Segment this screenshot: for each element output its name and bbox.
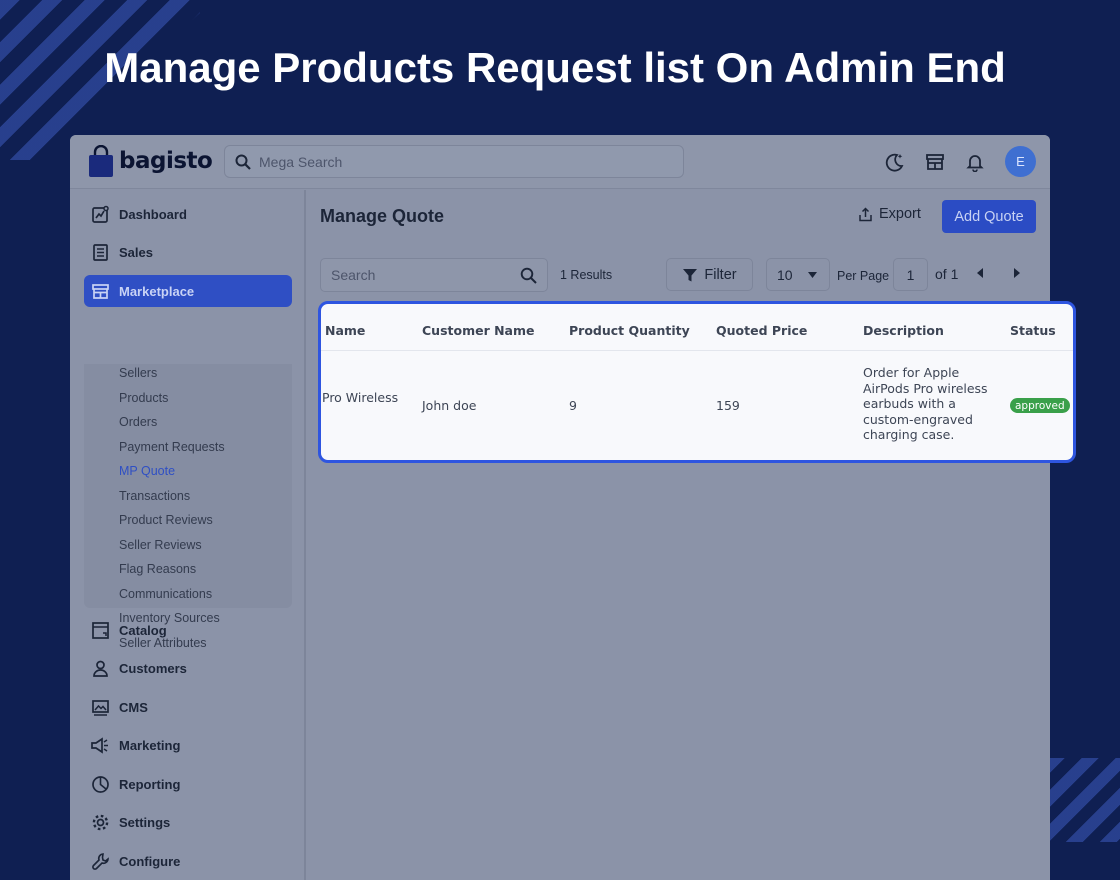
submenu-item-products[interactable]: Products bbox=[119, 391, 168, 405]
column-header-quoted-price[interactable]: Quoted Price bbox=[716, 323, 807, 338]
sidebar-item-marketplace[interactable]: Marketplace bbox=[84, 275, 292, 307]
export-button[interactable]: Export bbox=[858, 206, 921, 222]
mega-search-input[interactable]: Mega Search bbox=[224, 145, 684, 178]
filter-button[interactable]: Filter bbox=[666, 258, 753, 291]
user-avatar[interactable]: E bbox=[1005, 146, 1036, 177]
submenu-item-transactions[interactable]: Transactions bbox=[119, 489, 190, 503]
search-input[interactable]: Search bbox=[320, 258, 548, 292]
mega-search-placeholder: Mega Search bbox=[259, 153, 343, 170]
caret-down-icon bbox=[808, 271, 817, 278]
top-bar: bagisto Mega Search E bbox=[70, 135, 1050, 189]
results-count: 1 Results bbox=[560, 268, 613, 282]
dark-mode-icon[interactable] bbox=[883, 151, 905, 173]
submenu-item-communications[interactable]: Communications bbox=[119, 587, 212, 601]
sidebar-item-sales[interactable]: Sales bbox=[84, 236, 292, 268]
filter-label: Filter bbox=[704, 266, 737, 283]
page-number-input[interactable]: 1 bbox=[893, 258, 928, 291]
page-title: Manage Quote bbox=[320, 206, 445, 226]
decorative-stripes-bottom-right bbox=[1048, 758, 1120, 842]
submenu-item-mp-quote[interactable]: MP Quote bbox=[119, 464, 175, 478]
sidebar-item-label: Sales bbox=[119, 244, 153, 260]
submenu-item-payment-requests[interactable]: Payment Requests bbox=[119, 440, 225, 454]
storefront-icon[interactable] bbox=[925, 152, 945, 172]
per-page-select[interactable]: 10 bbox=[766, 258, 830, 291]
quote-table: Name Customer Name Product Quantity Quot… bbox=[318, 301, 1076, 463]
customers-icon bbox=[90, 658, 110, 678]
sidebar-item-customers[interactable]: Customers bbox=[84, 652, 292, 684]
table-header-divider bbox=[321, 350, 1073, 351]
per-page-value: 10 bbox=[777, 266, 793, 283]
catalog-icon bbox=[90, 620, 110, 640]
marketing-icon bbox=[90, 735, 110, 755]
sidebar: Dashboard Sales Marketplace Sellers Prod… bbox=[70, 190, 306, 880]
sidebar-item-label: Marketplace bbox=[119, 283, 195, 299]
page-headline: Manage Products Request list On Admin En… bbox=[104, 44, 1006, 91]
submenu-item-product-reviews[interactable]: Product Reviews bbox=[119, 513, 213, 527]
brand-name: bagisto bbox=[119, 148, 213, 174]
export-icon bbox=[859, 206, 872, 221]
reporting-icon bbox=[90, 774, 110, 794]
filter-icon bbox=[683, 268, 698, 281]
dashboard-icon bbox=[90, 204, 110, 224]
marketplace-submenu: Sellers Products Orders Payment Requests… bbox=[84, 364, 292, 650]
marketplace-icon bbox=[90, 281, 110, 301]
column-header-description[interactable]: Description bbox=[863, 323, 944, 338]
top-bar-actions: E bbox=[883, 146, 1036, 177]
sidebar-item-label: Settings bbox=[119, 814, 171, 830]
column-header-status[interactable]: Status bbox=[1010, 323, 1056, 338]
export-label: Export bbox=[879, 206, 921, 222]
submenu-item-sellers[interactable]: Sellers bbox=[119, 366, 157, 380]
sidebar-item-reporting[interactable]: Reporting bbox=[84, 768, 292, 800]
prev-page-icon[interactable] bbox=[976, 268, 984, 278]
sidebar-item-settings[interactable]: Settings bbox=[84, 806, 292, 838]
cell-customer-name: John doe bbox=[422, 398, 477, 413]
wrench-icon bbox=[90, 851, 110, 871]
sidebar-item-label: Configure bbox=[119, 853, 181, 869]
search-icon bbox=[520, 267, 537, 284]
sidebar-item-marketing[interactable]: Marketing bbox=[84, 729, 292, 761]
sidebar-item-configure[interactable]: Configure bbox=[84, 845, 292, 877]
page-total-label: of 1 bbox=[935, 266, 959, 282]
admin-app-window: bagisto Mega Search E Dashboard Sales Ma… bbox=[70, 135, 1050, 880]
sidebar-item-cms[interactable]: CMS bbox=[84, 691, 292, 723]
status-badge: approved bbox=[1010, 398, 1070, 413]
per-page-label: Per Page bbox=[837, 269, 890, 283]
bell-icon[interactable] bbox=[965, 152, 985, 172]
shopping-bag-icon bbox=[88, 144, 114, 177]
cell-product-quantity: 9 bbox=[569, 398, 577, 413]
cell-name: Pro Wireless bbox=[322, 390, 399, 405]
settings-icon bbox=[90, 812, 110, 832]
cell-quoted-price: 159 bbox=[716, 398, 740, 413]
sidebar-item-label: Reporting bbox=[119, 776, 181, 792]
main-content: Manage Quote Export Add Quote Search 1 R… bbox=[308, 190, 1050, 880]
sidebar-item-catalog[interactable]: Catalog bbox=[84, 614, 292, 646]
next-page-icon[interactable] bbox=[1013, 268, 1021, 278]
sidebar-item-label: Customers bbox=[119, 660, 187, 676]
sidebar-item-label: Catalog bbox=[119, 622, 167, 638]
sidebar-item-label: Dashboard bbox=[119, 206, 187, 222]
submenu-item-flag-reasons[interactable]: Flag Reasons bbox=[119, 562, 196, 576]
cms-icon bbox=[90, 697, 110, 717]
add-quote-button[interactable]: Add Quote bbox=[942, 200, 1036, 233]
search-placeholder: Search bbox=[331, 267, 376, 283]
sidebar-item-label: CMS bbox=[119, 699, 148, 715]
submenu-item-seller-reviews[interactable]: Seller Reviews bbox=[119, 538, 202, 552]
brand-logo[interactable]: bagisto bbox=[88, 144, 213, 177]
sidebar-item-label: Marketing bbox=[119, 737, 181, 753]
column-header-product-quantity[interactable]: Product Quantity bbox=[569, 323, 690, 338]
sales-icon bbox=[90, 242, 110, 262]
sidebar-item-dashboard[interactable]: Dashboard bbox=[84, 198, 292, 230]
search-icon bbox=[235, 154, 251, 170]
column-header-customer-name[interactable]: Customer Name bbox=[422, 323, 535, 338]
column-header-name[interactable]: Name bbox=[325, 323, 365, 338]
cell-description: Order for Apple AirPods Pro wireless ear… bbox=[863, 365, 988, 443]
submenu-item-orders[interactable]: Orders bbox=[119, 415, 157, 429]
